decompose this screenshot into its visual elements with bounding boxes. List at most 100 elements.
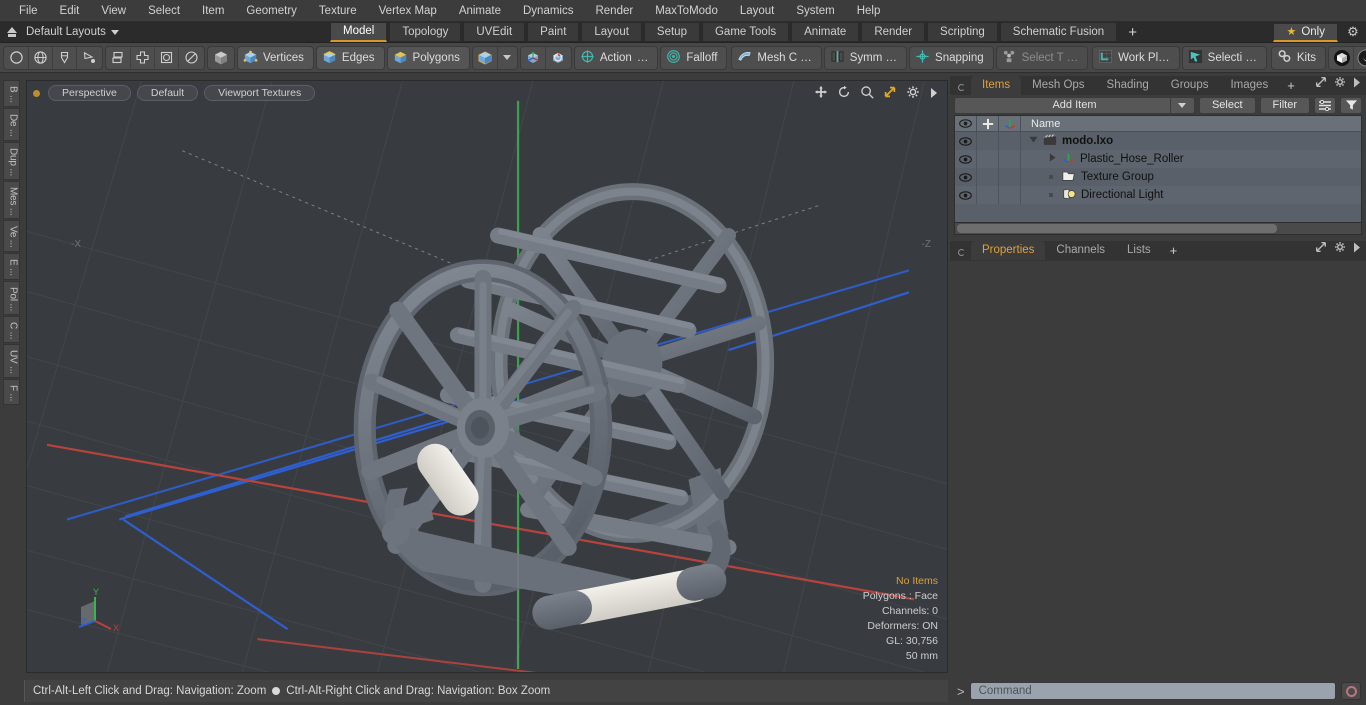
add-tab-button[interactable]: +	[1119, 22, 1146, 42]
curve-tool-icon[interactable]	[77, 47, 101, 69]
tab-schematic-fusion[interactable]: Schematic Fusion	[999, 22, 1118, 42]
rotate-icon[interactable]	[837, 85, 851, 104]
layout-selector-label[interactable]: Default Layouts	[26, 26, 106, 38]
row-lock-cell[interactable]	[977, 150, 999, 168]
menu-item-select[interactable]: Select	[137, 0, 191, 22]
tab-groups[interactable]: Groups	[1160, 76, 1220, 95]
item-mode-dropdown-icon[interactable]	[498, 47, 516, 69]
menu-item-help[interactable]: Help	[846, 0, 892, 22]
row-eye-icon[interactable]	[955, 168, 977, 186]
work-plane-button[interactable]: Work Pl…	[1092, 45, 1180, 70]
command-input[interactable]: Command	[969, 682, 1336, 700]
eye-icon[interactable]	[955, 116, 977, 131]
viewport-gear-icon[interactable]	[906, 85, 920, 104]
row-lock-cell[interactable]	[977, 132, 999, 150]
row-lock-cell[interactable]	[977, 186, 999, 204]
tab-properties[interactable]: Properties	[971, 241, 1046, 260]
fit-icon[interactable]	[883, 85, 897, 104]
tab-animate[interactable]: Animate	[791, 22, 860, 42]
list-options-icon[interactable]	[1314, 96, 1336, 114]
tree-item-texture-group[interactable]: Texture Group	[1021, 170, 1154, 185]
perspective-viewport[interactable]: Perspective Default Viewport Textures -X…	[26, 80, 948, 673]
kits-button[interactable]: Kits	[1270, 45, 1327, 70]
unreal-engine-icon[interactable]	[1354, 47, 1366, 69]
align-tool-icon[interactable]	[131, 46, 155, 69]
falloff-button[interactable]: Falloff	[660, 45, 728, 70]
tab-model[interactable]: Model	[330, 22, 388, 42]
add-item-button[interactable]: Add Item	[954, 96, 1195, 114]
tab-shading[interactable]: Shading	[1096, 76, 1160, 95]
panel-chevron-right-icon[interactable]	[1353, 75, 1361, 93]
tree-item-scene[interactable]: modo.lxo	[1021, 133, 1113, 149]
scrollbar-thumb[interactable]	[957, 224, 1277, 233]
row-axis-cell[interactable]	[999, 150, 1021, 168]
row-eye-icon[interactable]	[955, 132, 977, 150]
menu-item-render[interactable]: Render	[584, 0, 644, 22]
properties-menu-icon[interactable]	[958, 249, 965, 256]
item-tree[interactable]: Name modo.lxo Plastic_Hose_Roller Textur…	[954, 115, 1362, 235]
row-eye-icon[interactable]	[955, 150, 977, 168]
menu-item-file[interactable]: File	[8, 0, 49, 22]
vtab-curve[interactable]: C ...	[2, 315, 20, 344]
globe-tool-icon[interactable]	[29, 46, 53, 69]
tab-render[interactable]: Render	[861, 22, 926, 42]
tab-paint[interactable]: Paint	[527, 22, 580, 42]
circle-tool-icon[interactable]	[5, 46, 29, 69]
select-button[interactable]: Select	[1198, 96, 1256, 114]
table-row[interactable]: modo.lxo	[955, 132, 1361, 150]
tab-setup[interactable]: Setup	[643, 22, 700, 42]
radial-tool-icon[interactable]	[179, 47, 203, 69]
tab-game-tools[interactable]: Game Tools	[701, 22, 790, 42]
shaded-cube-icon[interactable]	[209, 47, 233, 69]
table-row[interactable]: Plastic_Hose_Roller	[955, 150, 1361, 168]
menu-item-item[interactable]: Item	[191, 0, 235, 22]
tab-lists[interactable]: Lists	[1116, 241, 1162, 260]
mode-polygons-button[interactable]: Polygons	[386, 45, 470, 70]
twisty-expanded-icon[interactable]	[1029, 135, 1038, 147]
menu-item-maxtomodo[interactable]: MaxToModo	[644, 0, 729, 22]
add-properties-tab-button[interactable]: +	[1162, 243, 1186, 260]
filter-funnel-icon[interactable]	[1340, 96, 1362, 114]
expand-panel-icon[interactable]	[1315, 75, 1327, 93]
action-center-button[interactable]: Action …	[573, 45, 659, 70]
move-gizmo-icon[interactable]	[522, 46, 546, 69]
tab-items[interactable]: Items	[971, 76, 1022, 95]
menu-item-view[interactable]: View	[90, 0, 137, 22]
row-axis-cell[interactable]	[999, 132, 1021, 150]
menu-item-system[interactable]: System	[785, 0, 845, 22]
vtab-basic[interactable]: B ...	[2, 80, 20, 107]
selection-set-button[interactable]: Selecti …	[1181, 45, 1267, 70]
vtab-mesh-edit[interactable]: Mes ...	[2, 180, 20, 220]
viewport-shading-selector[interactable]: Default	[136, 85, 199, 101]
menu-item-vertex-map[interactable]: Vertex Map	[368, 0, 448, 22]
viewport-display-selector[interactable]: Viewport Textures	[204, 85, 316, 101]
axis-icon[interactable]	[999, 116, 1021, 131]
row-eye-icon[interactable]	[955, 186, 977, 204]
menu-item-layout[interactable]: Layout	[729, 0, 786, 22]
add-panel-tab-button[interactable]: +	[1279, 78, 1303, 95]
move-lock-icon[interactable]	[977, 116, 999, 131]
add-item-dropdown-icon[interactable]	[1169, 97, 1194, 113]
panel-gear-icon[interactable]	[1334, 75, 1346, 93]
menu-item-dynamics[interactable]: Dynamics	[512, 0, 584, 22]
row-axis-cell[interactable]	[999, 186, 1021, 204]
chevron-right-icon[interactable]	[929, 86, 939, 104]
vtab-fusion[interactable]: F ...	[2, 378, 20, 406]
tab-topology[interactable]: Topology	[389, 22, 462, 42]
chevron-down-icon[interactable]	[110, 29, 119, 35]
table-row[interactable]: Directional Light	[955, 186, 1361, 204]
tab-channels[interactable]: Channels	[1045, 241, 1116, 260]
properties-chevron-right-icon[interactable]	[1353, 240, 1361, 258]
menu-item-geometry[interactable]: Geometry	[235, 0, 308, 22]
properties-expand-icon[interactable]	[1315, 240, 1327, 258]
item-cube-icon[interactable]	[474, 46, 498, 69]
item-tree-horizontal-scrollbar[interactable]	[955, 222, 1361, 234]
vtab-polygon[interactable]: Pol ...	[2, 280, 20, 315]
collapse-arrow-icon[interactable]	[4, 24, 20, 40]
pen-tool-icon[interactable]	[53, 46, 77, 69]
modo-app-icon[interactable]	[1330, 46, 1355, 69]
panel-menu-icon[interactable]	[958, 84, 965, 91]
properties-gear-icon[interactable]	[1334, 240, 1346, 258]
table-row[interactable]: Texture Group	[955, 168, 1361, 186]
center-tool-icon[interactable]	[155, 46, 179, 69]
